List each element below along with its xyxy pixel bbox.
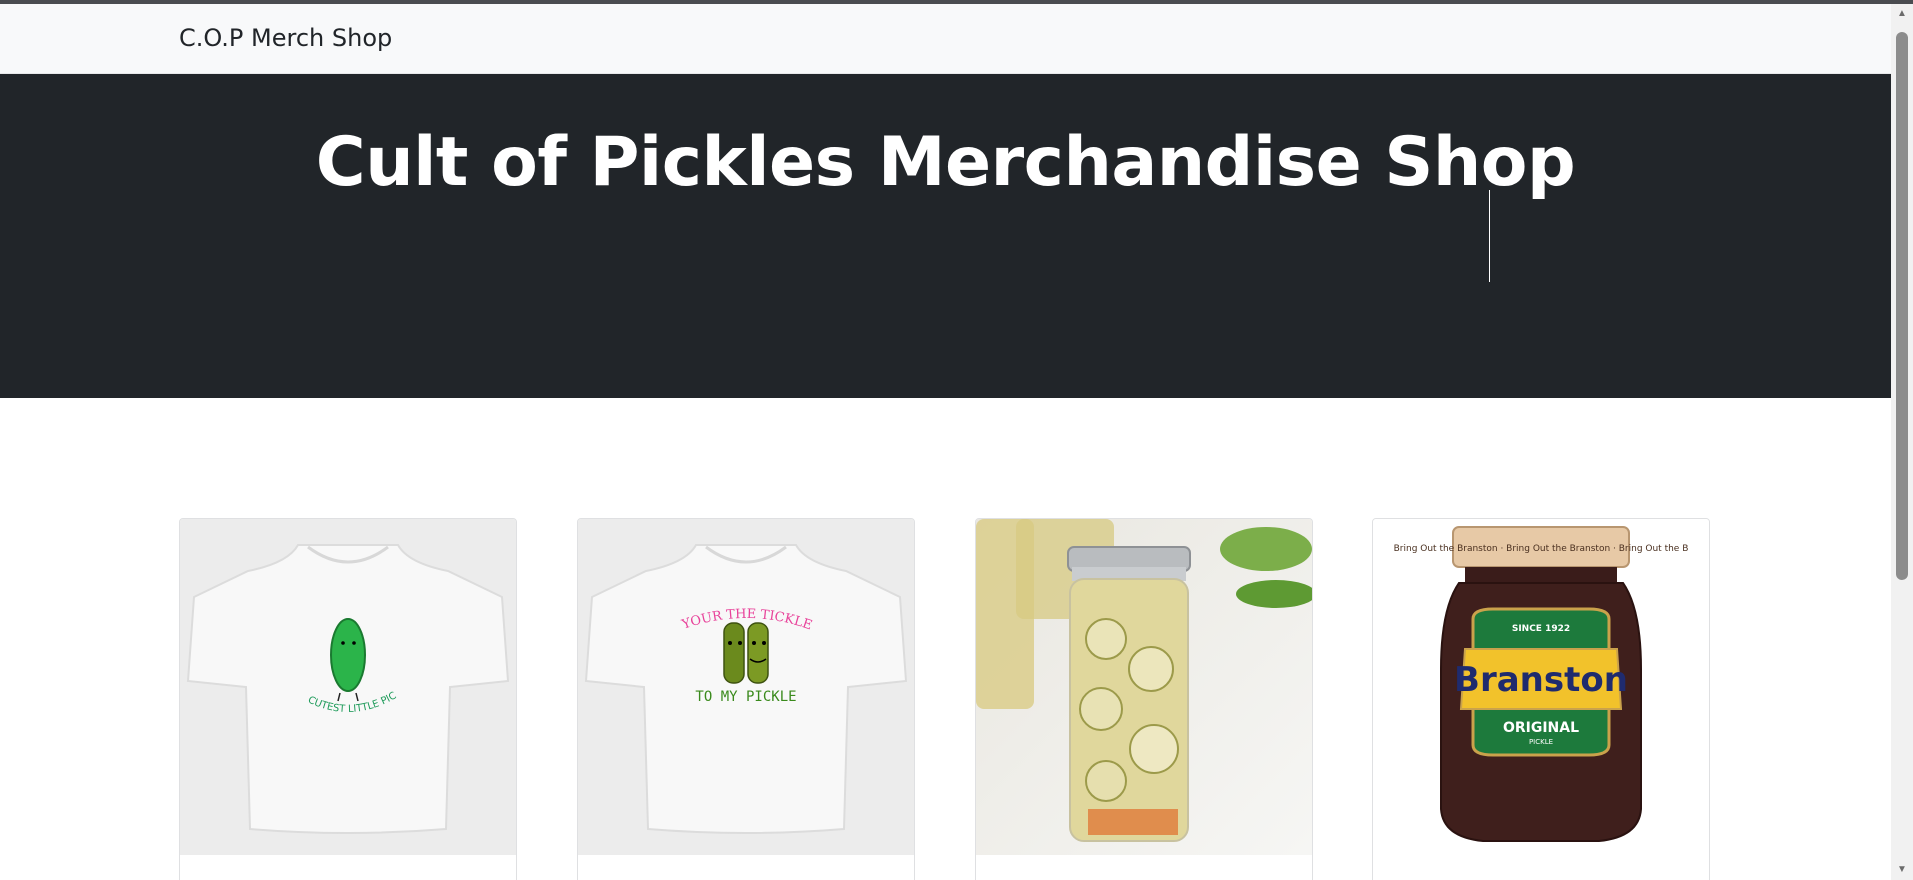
label-original: ORIGINAL [1503,720,1579,736]
triangle-down-icon[interactable]: ▼ [1891,860,1913,880]
navbar-brand[interactable]: C.O.P Merch Shop [179,24,392,52]
label-pickle: PICKLE [1529,738,1553,746]
product-image-pickle-jar[interactable] [976,519,1312,855]
page-title: Cult of Pickles Merchandise Shop [315,123,1576,202]
lid-text: Bring Out the Branston · Bring Out the B… [1394,544,1689,554]
navbar: C.O.P Merch Shop [0,4,1891,74]
label-since: SINCE 1922 [1512,624,1570,634]
vertical-scrollbar[interactable]: ▲ ▼ [1891,4,1913,880]
product-image-cutest-little-pickle-shirt[interactable]: CUTEST LITTLE PICKLE [180,519,516,855]
product-card[interactable]: YOUR THE TICKLE TO MY PICKLE [577,518,915,880]
label-brand: Branston [1454,660,1628,700]
triangle-up-icon[interactable]: ▲ [1891,4,1913,24]
text-caret [1489,190,1490,282]
product-card[interactable]: CUTEST LITTLE PICKLE [179,518,517,880]
product-image-tickle-pickle-shirt[interactable]: YOUR THE TICKLE TO MY PICKLE [578,519,914,855]
product-card[interactable]: Bring Out the Branston · Bring Out the B… [1372,518,1710,880]
scrollbar-thumb[interactable] [1896,32,1908,580]
product-image-branston-pickle[interactable]: Bring Out the Branston · Bring Out the B… [1373,519,1709,855]
product-card[interactable] [975,518,1313,880]
shirt-text-bottom: TO MY PICKLE [695,689,796,705]
